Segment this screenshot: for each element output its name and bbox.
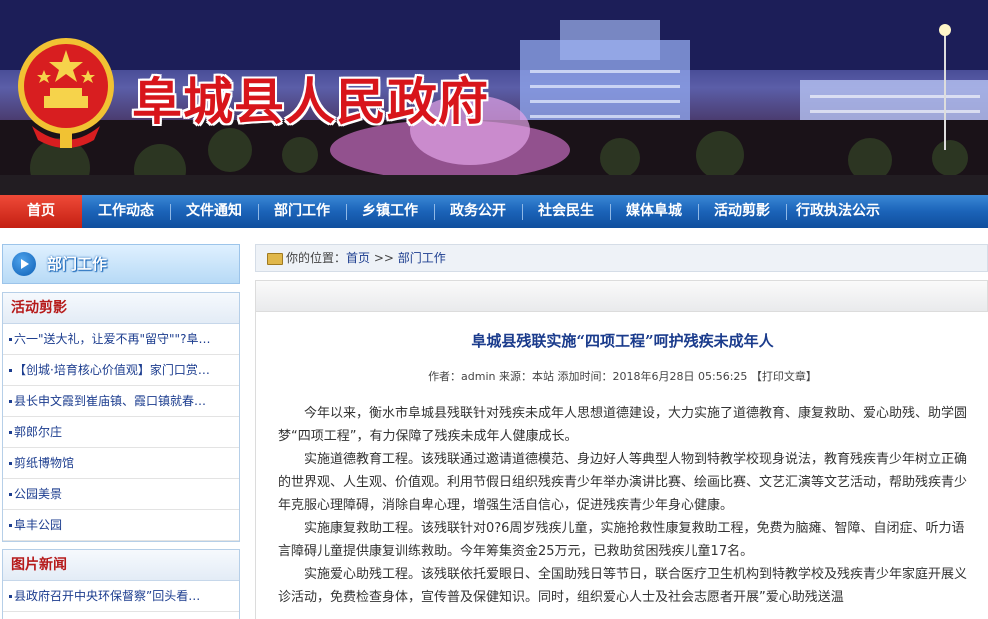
list-item[interactable]: 县长申文霞到崔庙镇、霞口镇就春… xyxy=(3,386,239,417)
list-item[interactable]: 剪纸博物馆 xyxy=(3,448,239,479)
article-paragraph: 今年以来，衡水市阜城县残联针对残疾未成年人思想道德建设，大力实施了道德教育、康复… xyxy=(278,406,968,444)
photo-news-title: 图片新闻 xyxy=(3,550,239,581)
article-meta: 作者：admin 来源：本站 添加时间：2018年6月28日 05:56:25 … xyxy=(428,370,817,383)
breadcrumb-separator: >> xyxy=(370,251,398,265)
article-body: 今年以来，衡水市阜城县残联针对残疾未成年人思想道德建设，大力实施了道德教育、康复… xyxy=(278,402,968,609)
main-nav: 首页 工作动态 文件通知 部门工作 乡镇工作 政务公开 社会民生 媒体阜城 活动… xyxy=(0,195,988,228)
list-item[interactable]: 六一"送大礼，让爱不再"留守""?阜… xyxy=(3,324,239,355)
folder-icon xyxy=(267,253,283,265)
list-item[interactable]: 【创城·培育核心价值观】家门口赏… xyxy=(3,355,239,386)
list-item[interactable]: 县政府召开中央环保督察”回头看… xyxy=(3,581,239,612)
article: 阜城县残联实施“四项工程”呵护残疾未成年人 作者：admin 来源：本站 添加时… xyxy=(255,312,988,619)
sidebar-header-label: 部门工作 xyxy=(47,255,108,273)
list-item[interactable]: 公园美景 xyxy=(3,479,239,510)
nav-towns[interactable]: 乡镇工作 xyxy=(348,195,432,228)
nav-activities[interactable]: 活动剪影 xyxy=(700,195,784,228)
content-header-bar xyxy=(255,280,988,312)
activities-box: 活动剪影 六一"送大礼，让爱不再"留守""?阜… 【创城·培育核心价值观】家门口… xyxy=(2,292,240,542)
article-paragraph: 实施爱心助残工程。该残联依托爱眼日、全国助残日等节日，联合医疗卫生机构到特教学校… xyxy=(278,567,968,605)
national-emblem-icon xyxy=(18,38,114,148)
breadcrumb: 你的位置：首页 >> 部门工作 xyxy=(255,244,988,272)
nav-work-news[interactable]: 工作动态 xyxy=(84,195,168,228)
activities-title: 活动剪影 xyxy=(3,293,239,324)
nav-livelihood[interactable]: 社会民生 xyxy=(524,195,608,228)
nav-home[interactable]: 首页 xyxy=(0,195,82,228)
breadcrumb-current-link[interactable]: 部门工作 xyxy=(398,251,446,265)
nav-law-enforcement[interactable]: 行政执法公示 xyxy=(788,195,888,228)
article-title: 阜城县残联实施“四项工程”呵护残疾未成年人 xyxy=(471,332,774,350)
nav-public-affairs[interactable]: 政务公开 xyxy=(436,195,520,228)
nav-media[interactable]: 媒体阜城 xyxy=(612,195,696,228)
breadcrumb-prefix: 你的位置： xyxy=(286,251,347,265)
breadcrumb-home-link[interactable]: 首页 xyxy=(346,251,370,265)
site-title: 阜城县人民政府 xyxy=(132,72,489,131)
site-banner: 阜城县人民政府 xyxy=(0,0,988,195)
photo-news-box: 图片新闻 县政府召开中央环保督察”回头看… xyxy=(2,549,240,619)
list-item[interactable]: 郭郎尔庄 xyxy=(3,417,239,448)
article-paragraph: 实施康复救助工程。该残联针对0?6周岁残疾儿童，实施抢救性康复救助工程，免费为脑… xyxy=(278,521,965,559)
nav-notices[interactable]: 文件通知 xyxy=(172,195,256,228)
list-item[interactable]: 阜丰公园 xyxy=(3,510,239,541)
nav-departments[interactable]: 部门工作 xyxy=(260,195,344,228)
arrow-circle-icon xyxy=(12,252,36,276)
sidebar-header: 部门工作 xyxy=(2,244,240,284)
article-paragraph: 实施道德教育工程。该残联通过邀请道德模范、身边好人等典型人物到特教学校现身说法，… xyxy=(278,452,968,513)
